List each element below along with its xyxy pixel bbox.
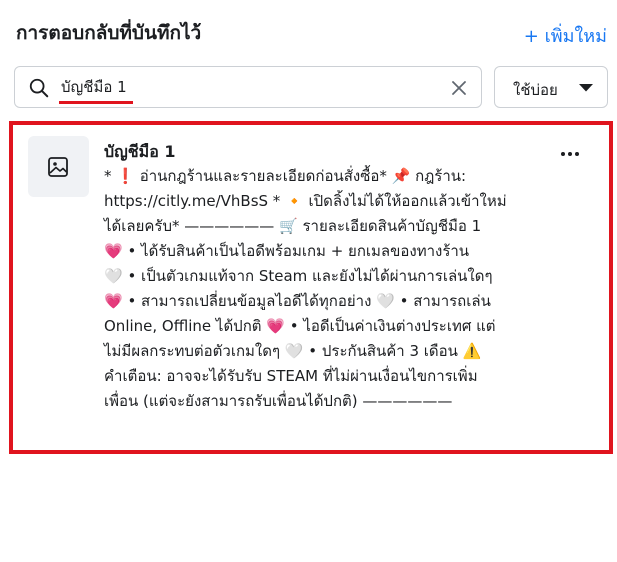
reply-body-line: ได้เลยครับ* —————— 🛒 รายละเอียดสินค้าบัญ… — [104, 217, 482, 235]
reply-body-line: Online, Offline ได้ปกติ 💗 • ไอดีเป็นค่าเ… — [104, 317, 496, 335]
close-icon[interactable] — [449, 78, 469, 98]
reply-body-line: ไม่มีผลกระทบต่อตัวเกมใดๆ 🤍 • ประกันสินค้… — [104, 342, 482, 360]
search-icon — [29, 78, 49, 98]
saved-reply-item[interactable]: บัญชีมือ 1 * ❗ อ่านกฎร้านและรายละเอียดก่… — [28, 134, 588, 434]
caret-down-icon — [579, 84, 593, 92]
reply-thumbnail — [28, 136, 89, 197]
search-field[interactable] — [14, 66, 482, 108]
reply-body-line: 💗 • สามารถเปลี่ยนข้อมูลไอดีได้ทุกอย่าง 🤍… — [104, 292, 491, 310]
page-title: การตอบกลับที่บันทึกไว้ — [16, 22, 202, 44]
image-icon — [48, 157, 68, 177]
reply-body-line: เพื่อน (แต่จะยังสามารถรับเพื่อนได้ปกติ) … — [104, 392, 453, 410]
reply-body-line: 🤍 • เป็นตัวเกมแท้จาก Steam และยังไม่ได้ผ… — [104, 267, 493, 285]
sort-selected-label: ใช้บ่อย — [513, 81, 558, 99]
reply-body-line: คำเตือน: อาจจะได้รับรับ STEAM ที่ไม่ผ่าน… — [104, 367, 478, 385]
saved-replies-panel: การตอบกลับที่บันทึกไว้ + เพิ่มใหม่ ใช้บ่… — [0, 0, 617, 562]
more-horizontal-icon[interactable] — [558, 150, 582, 158]
sort-dropdown[interactable]: ใช้บ่อย — [494, 66, 608, 108]
search-input[interactable] — [61, 72, 441, 102]
reply-body-line: 💗 • ได้รับสินค้าเป็นไอดีพร้อมเกม + ยกเมล… — [104, 242, 470, 260]
add-new-button[interactable]: + เพิ่มใหม่ — [524, 21, 607, 50]
reply-body: * ❗ อ่านกฎร้านและรายละเอียดก่อนสั่งซื้อ*… — [104, 164, 556, 414]
reply-body-line: * ❗ อ่านกฎร้านและรายละเอียดก่อนสั่งซื้อ*… — [104, 167, 467, 185]
reply-body-line: https://citly.me/VhBsS * 🔸 เปิดลิ้งไม่ได… — [104, 192, 507, 210]
reply-title: บัญชีมือ 1 — [104, 142, 176, 161]
spellcheck-underline — [59, 101, 133, 104]
